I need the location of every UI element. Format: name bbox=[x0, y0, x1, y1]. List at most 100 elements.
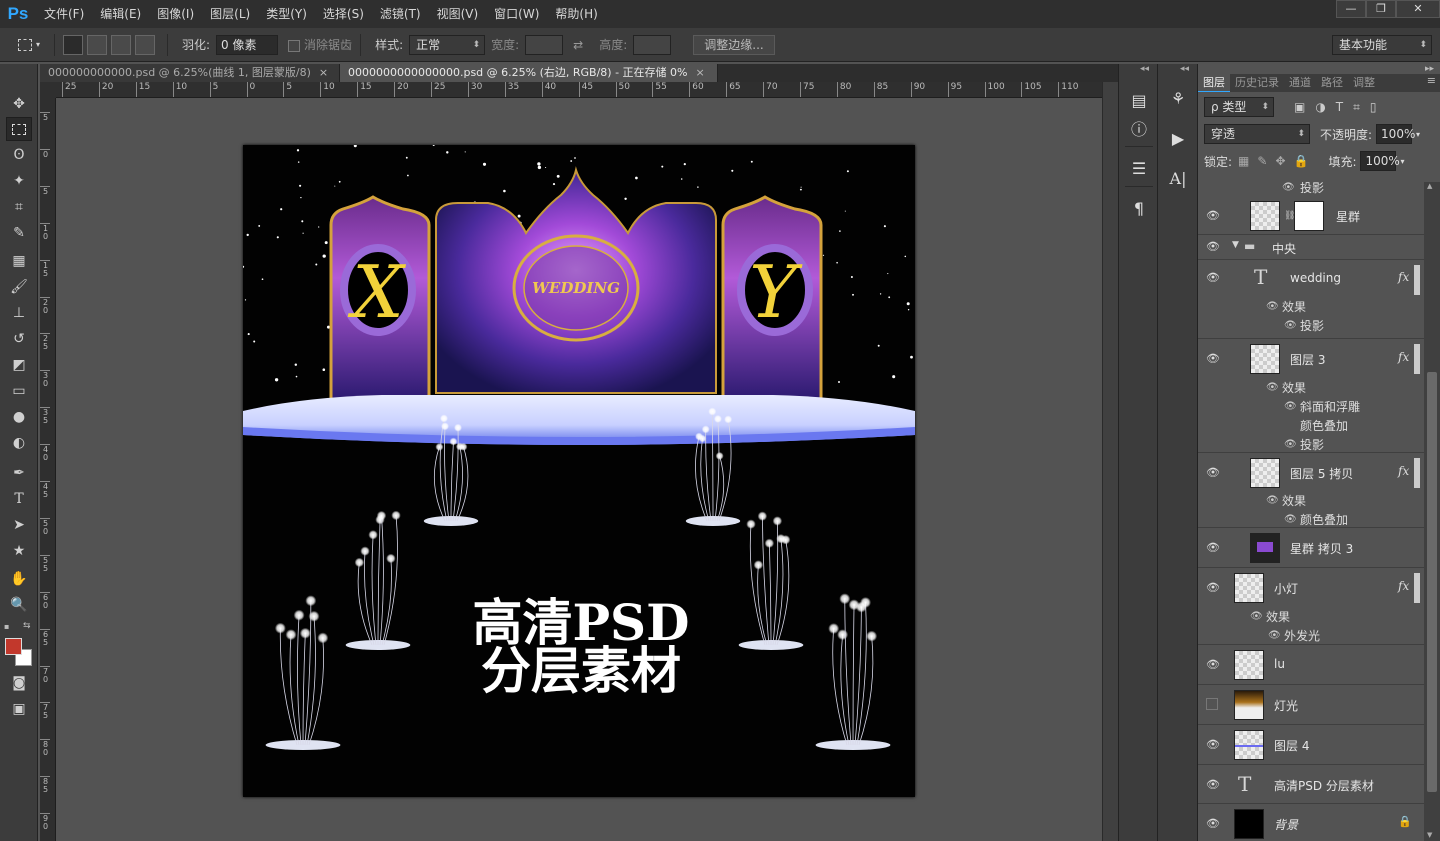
eye-icon[interactable]: 👁 bbox=[1284, 320, 1297, 331]
paragraph-icon[interactable]: ¶ bbox=[1127, 196, 1151, 220]
menu-file[interactable]: 文件(F) bbox=[36, 0, 92, 28]
eye-icon[interactable]: 👁 bbox=[1206, 541, 1220, 555]
layer-row[interactable]: 灯光 bbox=[1198, 686, 1424, 725]
panel-menu-icon[interactable]: ≡ bbox=[1427, 74, 1440, 92]
canvas-scrollbar[interactable] bbox=[1102, 82, 1118, 841]
blur-icon[interactable]: ● bbox=[6, 405, 32, 429]
swap-colors-icon[interactable]: ⇆ bbox=[23, 621, 31, 631]
height-input[interactable] bbox=[633, 34, 672, 55]
menu-view[interactable]: 视图(V) bbox=[429, 0, 487, 28]
eye-icon[interactable]: 👁 bbox=[1284, 439, 1297, 450]
default-colors-icon[interactable]: ▪ bbox=[4, 622, 9, 631]
scroll-up-icon[interactable]: ▲ bbox=[1427, 182, 1432, 190]
eye-icon[interactable]: 👁 bbox=[1266, 495, 1279, 506]
layer-row[interactable]: 👁 星群 拷贝 3 bbox=[1198, 529, 1424, 568]
layer-row[interactable]: 👁 ⛓ 星群 bbox=[1198, 197, 1424, 235]
subtract-selection-button[interactable] bbox=[111, 34, 131, 55]
restore-button[interactable]: ❐ bbox=[1366, 0, 1396, 18]
hand-icon[interactable]: ✋ bbox=[6, 567, 32, 591]
tab-channels[interactable]: 通道 bbox=[1284, 74, 1316, 92]
fill-input[interactable]: 100% bbox=[1360, 151, 1400, 171]
layer-row[interactable]: 👁 T wedding fx 👁 效果 👁 投影 bbox=[1198, 261, 1424, 339]
new-selection-button[interactable] bbox=[63, 34, 83, 55]
eye-icon[interactable]: 👁 bbox=[1206, 240, 1220, 254]
fx-icon[interactable]: fx bbox=[1398, 270, 1409, 284]
marquee-preset-icon[interactable]: ▾ bbox=[18, 35, 46, 55]
feather-input[interactable]: 0 像素 bbox=[216, 34, 279, 55]
tab-paths[interactable]: 路径 bbox=[1316, 74, 1348, 92]
minimize-button[interactable]: — bbox=[1336, 0, 1366, 18]
eye-icon[interactable]: 👁 bbox=[1206, 466, 1220, 480]
layer-row[interactable]: 👁 lu bbox=[1198, 646, 1424, 685]
mask-thumbnail[interactable] bbox=[1294, 201, 1324, 231]
adjust-sliders-icon[interactable]: ☰ bbox=[1127, 156, 1151, 180]
close-window-button[interactable]: ✕ bbox=[1396, 0, 1440, 18]
fx-icon[interactable]: fx bbox=[1398, 579, 1409, 593]
stamp-icon[interactable]: ⊥ bbox=[6, 301, 32, 325]
layers-scrollbar[interactable]: ▲ ▼ bbox=[1424, 182, 1440, 841]
intersect-selection-button[interactable] bbox=[135, 34, 155, 55]
workspace-select[interactable]: 基本功能 ⬍ bbox=[1332, 34, 1432, 55]
layer-row[interactable]: 👁 图层 3 fx 👁 效果 👁 斜面和浮雕 颜色叠加 👁 投影 bbox=[1198, 340, 1424, 453]
layer-row[interactable]: 👁 小灯 fx 👁 效果 👁 外发光 bbox=[1198, 569, 1424, 645]
path-select-icon[interactable]: ➤ bbox=[6, 513, 32, 537]
expand-triangle-icon[interactable]: ▼ bbox=[1232, 240, 1239, 250]
eye-icon[interactable]: 👁 bbox=[1206, 271, 1220, 285]
visibility-toggle-off[interactable] bbox=[1206, 698, 1218, 710]
magic-wand-icon[interactable]: ✦ bbox=[6, 169, 32, 193]
layer-row[interactable]: 👁 图层 5 拷贝 fx 👁 效果 👁 颜色叠加 bbox=[1198, 454, 1424, 528]
healing-icon[interactable]: ▦ bbox=[6, 249, 32, 273]
layer-row[interactable]: 👁 图层 4 bbox=[1198, 726, 1424, 765]
menu-filter[interactable]: 滤镜(T) bbox=[372, 0, 429, 28]
swap-icon[interactable]: ⇄ bbox=[573, 38, 583, 52]
screen-mode-icon[interactable]: ▣ bbox=[6, 697, 32, 721]
pen-icon[interactable]: ✒ bbox=[6, 461, 32, 485]
crop-icon[interactable]: ⌗ bbox=[6, 195, 32, 219]
shape-icon[interactable]: ★ bbox=[6, 539, 32, 563]
type-icon[interactable]: T bbox=[6, 487, 32, 511]
lasso-icon[interactable]: ʘ bbox=[6, 143, 32, 167]
gradient-icon[interactable]: ▭ bbox=[6, 379, 32, 403]
eye-icon[interactable]: 👁 bbox=[1282, 182, 1295, 193]
foreground-color-swatch[interactable] bbox=[5, 638, 22, 655]
tab-adjustments[interactable]: 调整 bbox=[1348, 74, 1380, 92]
character-icon[interactable]: A| bbox=[1166, 166, 1190, 190]
chevron-down-icon[interactable]: ▾ bbox=[1400, 157, 1404, 166]
scroll-down-icon[interactable]: ▼ bbox=[1427, 831, 1432, 839]
eye-icon[interactable]: 👁 bbox=[1206, 778, 1220, 792]
collapse-icon[interactable]: ▸▸ bbox=[1425, 64, 1434, 74]
tab-document-1[interactable]: 000000000000.psd @ 6.25%(曲线 1, 图层蒙版/8) × bbox=[40, 64, 340, 82]
refine-edge-button[interactable]: 调整边缘... bbox=[693, 34, 775, 55]
layer-group-row[interactable]: 👁 ▼ ▬ 中央 bbox=[1198, 236, 1424, 260]
menu-help[interactable]: 帮助(H) bbox=[547, 0, 605, 28]
antialias-checkbox[interactable]: 消除锯齿 bbox=[288, 36, 352, 53]
chevron-down-icon[interactable]: ▾ bbox=[1416, 130, 1420, 139]
history-brush-icon[interactable]: ↺ bbox=[6, 327, 32, 351]
histogram-icon[interactable]: ▤ bbox=[1127, 88, 1151, 112]
eye-icon[interactable]: 👁 bbox=[1206, 658, 1220, 672]
close-icon[interactable]: × bbox=[696, 66, 705, 79]
menu-window[interactable]: 窗口(W) bbox=[486, 0, 547, 28]
tab-layers[interactable]: 图层 bbox=[1198, 74, 1230, 92]
blend-mode-select[interactable]: 穿透 ⬍ bbox=[1204, 124, 1310, 144]
info-icon[interactable]: ⓘ bbox=[1127, 116, 1151, 140]
eye-icon[interactable]: 👁 bbox=[1250, 611, 1263, 622]
eye-icon[interactable]: 👁 bbox=[1206, 738, 1220, 752]
move-icon[interactable]: ✥ bbox=[6, 92, 32, 116]
tab-document-2[interactable]: 0000000000000000.psd @ 6.25% (右边, RGB/8)… bbox=[340, 64, 718, 82]
eye-icon[interactable]: 👁 bbox=[1206, 352, 1220, 366]
tab-history[interactable]: 历史记录 bbox=[1230, 74, 1284, 92]
eye-icon[interactable]: 👁 bbox=[1284, 401, 1297, 412]
eye-icon[interactable]: 👁 bbox=[1266, 382, 1279, 393]
dodge-icon[interactable]: ◐ bbox=[6, 431, 32, 455]
tool-presets-icon[interactable]: ⚘ bbox=[1166, 86, 1190, 110]
width-input[interactable] bbox=[525, 34, 564, 55]
fx-icon[interactable]: fx bbox=[1398, 464, 1409, 478]
menu-layer[interactable]: 图层(L) bbox=[202, 0, 258, 28]
add-selection-button[interactable] bbox=[87, 34, 107, 55]
menu-edit[interactable]: 编辑(E) bbox=[92, 0, 149, 28]
close-icon[interactable]: × bbox=[319, 66, 328, 79]
layer-row[interactable]: 👁 T 高清PSD 分层素材 bbox=[1198, 766, 1424, 804]
scroll-thumb[interactable] bbox=[1427, 372, 1437, 792]
filter-icons[interactable]: ▣◑T⌗▯ bbox=[1294, 100, 1387, 115]
